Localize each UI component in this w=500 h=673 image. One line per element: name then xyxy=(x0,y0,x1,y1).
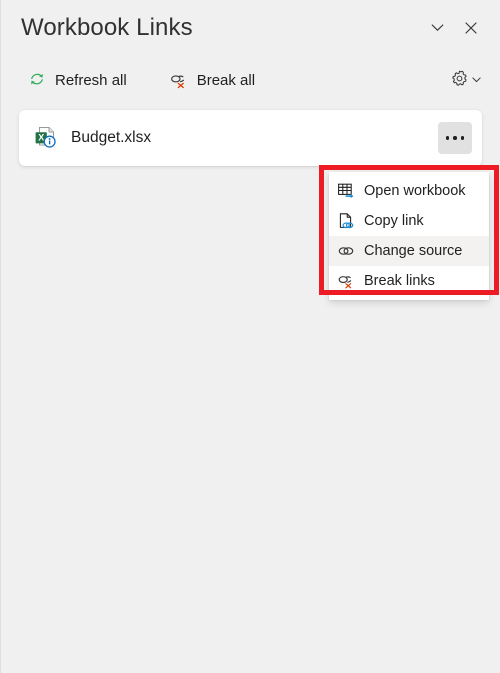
more-options-icon-dot-2 xyxy=(453,136,457,140)
menu-item-change-source[interactable]: Change source xyxy=(329,236,489,266)
svg-text:X: X xyxy=(38,133,44,143)
links-list: X Budget.xlsx xyxy=(1,100,500,166)
workbook-links-pane: Workbook Links Refresh all Break all X B… xyxy=(0,0,500,673)
settings-button[interactable] xyxy=(446,65,486,95)
open-workbook-icon xyxy=(335,181,357,201)
collapse-pane-button[interactable] xyxy=(422,14,452,44)
change-source-icon xyxy=(335,241,357,261)
close-icon xyxy=(463,20,479,39)
more-options-button[interactable] xyxy=(438,122,472,154)
chevron-down-icon xyxy=(471,73,482,88)
menu-item-label: Change source xyxy=(364,243,463,259)
close-pane-button[interactable] xyxy=(456,14,486,44)
pane-header: Workbook Links xyxy=(1,0,500,48)
break-links-icon xyxy=(335,271,357,291)
more-options-icon xyxy=(445,136,450,140)
gear-icon xyxy=(450,69,469,91)
refresh-icon xyxy=(27,70,47,90)
chevron-down-icon xyxy=(429,19,446,39)
menu-item-break-links[interactable]: Break links xyxy=(329,266,489,296)
refresh-all-label: Refresh all xyxy=(55,71,127,89)
list-item[interactable]: X Budget.xlsx xyxy=(19,110,482,166)
menu-item-copy-link[interactable]: Copy link xyxy=(329,206,489,236)
link-file-name: Budget.xlsx xyxy=(71,129,152,146)
break-all-button[interactable]: Break all xyxy=(163,65,261,95)
break-link-icon xyxy=(169,70,189,90)
pane-toolbar: Refresh all Break all xyxy=(1,60,500,100)
excel-file-info-icon: X xyxy=(33,125,59,151)
refresh-all-button[interactable]: Refresh all xyxy=(21,65,133,95)
break-all-label: Break all xyxy=(196,71,256,89)
menu-item-label: Break links xyxy=(364,273,435,289)
link-context-menu: Open workbook Copy link Change source Br… xyxy=(329,172,489,300)
menu-item-open-workbook[interactable]: Open workbook xyxy=(329,176,489,206)
copy-link-icon xyxy=(335,211,357,231)
page-title: Workbook Links xyxy=(21,14,193,41)
menu-item-label: Copy link xyxy=(364,213,424,229)
menu-item-label: Open workbook xyxy=(364,183,466,199)
more-options-icon-dot-3 xyxy=(460,136,465,140)
